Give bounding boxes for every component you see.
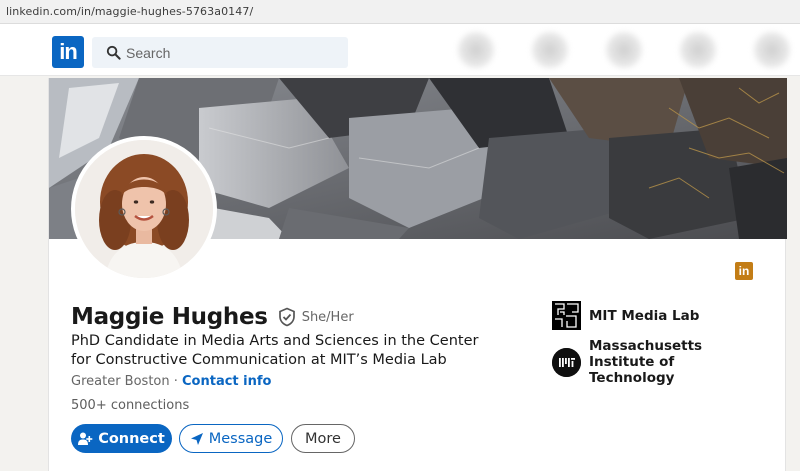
profile-card: in Maggie Hughes She/Her PhD Candidate i… <box>48 78 787 471</box>
name-row: Maggie Hughes She/Her <box>71 303 354 331</box>
pronouns: She/Her <box>301 309 354 325</box>
nav-item-blurred[interactable] <box>754 32 790 68</box>
education-item[interactable]: Massachusetts Institute of Technology <box>552 338 759 386</box>
top-navigation: in <box>0 24 800 76</box>
more-label: More <box>305 430 341 447</box>
send-icon <box>190 432 203 445</box>
experience-org-name: MIT Media Lab <box>589 307 700 324</box>
mit-media-lab-logo <box>552 301 581 330</box>
connect-button[interactable]: Connect <box>71 424 172 453</box>
search-bar[interactable] <box>92 37 348 68</box>
url-text[interactable]: linkedin.com/in/maggie-hughes-5763a0147/ <box>6 5 253 18</box>
profile-headline: PhD Candidate in Media Arts and Sciences… <box>71 333 479 368</box>
add-person-icon <box>78 432 93 445</box>
premium-linkedin-badge-icon[interactable]: in <box>735 262 753 280</box>
mit-logo-graphic <box>552 347 581 377</box>
contact-info-link[interactable]: Contact info <box>182 374 271 389</box>
separator-dot: · <box>169 374 183 389</box>
mit-logo <box>552 347 581 377</box>
profile-photo[interactable] <box>71 136 217 282</box>
message-label: Message <box>208 430 273 447</box>
nav-item-blurred[interactable] <box>680 32 716 68</box>
more-button[interactable]: More <box>291 424 355 453</box>
linkedin-logo[interactable]: in <box>52 36 84 68</box>
message-button[interactable]: Message <box>179 424 283 453</box>
education-org-name: Massachusetts Institute of Technology <box>589 338 703 386</box>
verification-shield-icon[interactable] <box>277 307 297 327</box>
connect-label: Connect <box>98 430 165 447</box>
profile-photo-graphic <box>75 140 213 278</box>
location: Greater Boston <box>71 374 170 389</box>
experience-item[interactable]: MIT Media Lab <box>552 301 759 330</box>
browser-url-bar[interactable]: linkedin.com/in/maggie-hughes-5763a0147/ <box>0 0 800 24</box>
media-lab-logo-graphic <box>552 301 581 330</box>
location-row: Greater Boston · Contact info <box>71 374 271 389</box>
profile-name: Maggie Hughes <box>71 304 268 330</box>
nav-item-blurred[interactable] <box>606 32 642 68</box>
search-input[interactable] <box>126 37 336 68</box>
connections-count[interactable]: 500+ connections <box>71 398 189 413</box>
nav-item-blurred[interactable] <box>532 32 568 68</box>
search-icon <box>106 45 121 60</box>
nav-item-blurred[interactable] <box>458 32 494 68</box>
